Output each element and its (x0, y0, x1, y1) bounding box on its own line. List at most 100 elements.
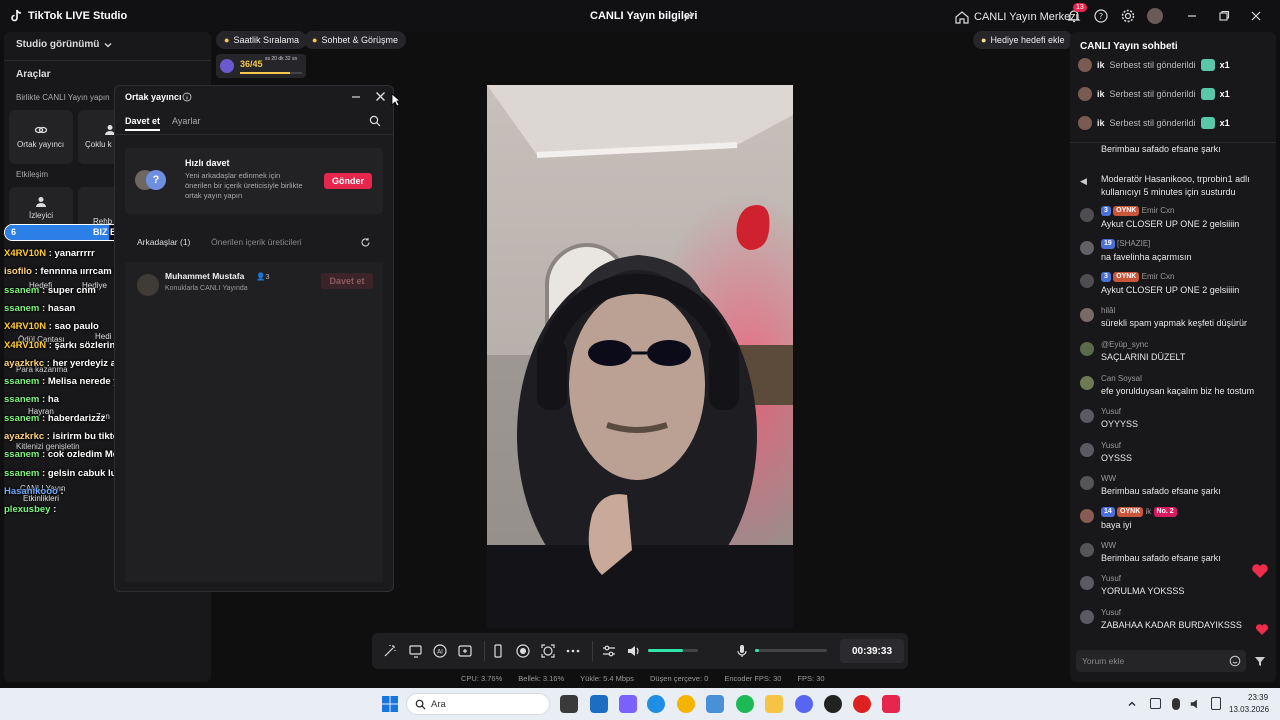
banner-left-value: 6 (11, 227, 17, 237)
chat-username: @Eyüp_sync (1101, 340, 1149, 349)
volume-slider[interactable] (648, 649, 698, 652)
friend-status: Konuklarla CANLI Yayında (165, 285, 248, 292)
add-scene-icon[interactable] (457, 643, 473, 659)
chat-avatar (1080, 241, 1094, 255)
settings-gear-icon[interactable] (1120, 8, 1136, 24)
volume-tray-icon[interactable] (1189, 697, 1203, 711)
clock-date[interactable]: 13.03.2026 (1229, 705, 1269, 714)
overlay-chat-row: ssanem : hasan (4, 303, 75, 314)
overlay-chat-message: : yanarrrrr (48, 248, 95, 259)
taskbar-search[interactable]: Ara (406, 693, 550, 715)
chat-text: kullanıcıyı 5 minutes için susturdu (1101, 187, 1236, 197)
mic-tray-icon[interactable] (1172, 698, 1180, 710)
audio-settings-icon[interactable] (601, 643, 617, 659)
invite-friend-button[interactable]: Davet et (321, 273, 373, 289)
maximize-icon[interactable] (1216, 8, 1232, 24)
overlay-chat-user: X4RV10N (4, 248, 47, 259)
gift-rows: ik Serbest stil gönderildi x1 ik Serbest sti… (1078, 54, 1268, 142)
tab-invite[interactable]: Davet et (125, 116, 160, 126)
gift-goal-pill[interactable]: ● Hediye hedefi ekle (973, 31, 1073, 49)
overlay-chat-row: plexusbey : (4, 504, 56, 515)
viewer-icon (36, 197, 46, 207)
chat-text: OYSSS (1101, 453, 1133, 463)
chat-message: Berimbau safado efsane şarkı (1080, 144, 1270, 154)
capture-icon[interactable] (540, 643, 556, 659)
record-icon[interactable] (515, 643, 531, 659)
home-icon (955, 11, 969, 24)
tab-settings[interactable]: Ayarlar (172, 116, 200, 126)
chat-message: @Eyüp_sync SAÇLARINI DÜZELT (1080, 340, 1270, 362)
network-icon[interactable] (1150, 698, 1161, 709)
spotify-icon[interactable] (736, 695, 754, 713)
outlook-icon[interactable] (590, 695, 608, 713)
tool-cohost[interactable]: Ortak yayıncı (9, 110, 73, 164)
upload-stat: Yükle: 5.4 Mbps (580, 674, 634, 683)
mic-slider[interactable] (755, 649, 827, 652)
emoji-icon[interactable] (1229, 655, 1241, 667)
chat-message: Can Soysal efe yorulduysan kaçalım biz he… (1080, 374, 1270, 396)
media-player-icon[interactable] (853, 695, 871, 713)
gift-count: x1 (1219, 60, 1230, 70)
cpu-stat: CPU: 3.76% (461, 674, 503, 683)
share-icon[interactable] (682, 9, 698, 25)
chat-text: Berimbau safado efsane şarkı (1101, 553, 1221, 563)
divider (1070, 142, 1276, 143)
clock-time[interactable]: 23:39 (1248, 693, 1268, 702)
chrome-icon[interactable] (677, 695, 695, 713)
copilot-icon[interactable] (619, 695, 637, 713)
notifications-button[interactable]: 13 (1066, 3, 1087, 24)
send-button[interactable]: Gönder (324, 173, 372, 189)
suggested-tab[interactable]: Önerilen içerik üreticileri (211, 237, 302, 247)
discord-icon[interactable] (795, 695, 813, 713)
portrait-icon[interactable] (490, 643, 506, 659)
filter-icon[interactable] (1254, 655, 1266, 667)
battery-icon[interactable] (1211, 697, 1221, 710)
obs-icon[interactable] (824, 695, 842, 713)
search-icon[interactable] (369, 115, 381, 127)
chat-username: Yusuf (1101, 608, 1122, 617)
level-badge: 3 (1101, 206, 1111, 216)
chat-message: hilâl sürekli spam yapmak keşfeti düşürür (1080, 306, 1270, 328)
divider (592, 641, 593, 661)
speaker-icon[interactable] (626, 643, 642, 659)
fps-stat: FPS: 30 (797, 674, 825, 683)
studio-view-dropdown[interactable]: Studio görünümü (16, 39, 113, 50)
chat-avatar (1080, 308, 1094, 322)
overlay-chat-row: ayazkrkc : her yerdeyiz abi (4, 358, 124, 369)
overlay-chat-row: X4RV10N : sao paulo (4, 321, 99, 332)
tool-viewer-label: İzleyici (29, 211, 54, 220)
windows-start-icon[interactable] (382, 696, 398, 712)
screen-share-icon[interactable] (408, 643, 424, 659)
minimize-icon[interactable] (1184, 8, 1200, 24)
comment-input[interactable]: Yorum ekle (1076, 650, 1246, 672)
hourly-ranking-pill[interactable]: ● Saatlik Sıralama (216, 31, 307, 49)
tiktok-live-studio-icon[interactable] (882, 695, 900, 713)
gift-message: Serbest stil gönderildi (1109, 89, 1196, 99)
friends-tab[interactable]: Arkadaşlar (1) (137, 237, 190, 247)
level-badge: 19 (1101, 239, 1115, 249)
task-view-icon[interactable] (560, 695, 578, 713)
microphone-icon[interactable] (734, 643, 750, 659)
ai-icon[interactable]: AI (432, 643, 448, 659)
more-options-icon[interactable] (565, 643, 581, 659)
live-center-link[interactable]: CANLI Yayın Merkezi (954, 9, 1078, 25)
chat-call-pill[interactable]: ● Sohbet & Görüşme (304, 31, 406, 49)
chat-username: Emir Cxn (1141, 272, 1175, 282)
settings-app-icon[interactable] (706, 695, 724, 713)
chat-username: Yusuf (1101, 574, 1122, 583)
close-window-icon[interactable] (1248, 8, 1264, 24)
refresh-icon[interactable] (360, 237, 371, 248)
chat-username: hilâl (1101, 306, 1116, 315)
chevron-up-icon[interactable] (1127, 699, 1137, 709)
overlay-chat-user: isofilo (4, 266, 32, 278)
help-icon[interactable]: ? (1093, 8, 1109, 24)
file-explorer-icon[interactable] (765, 695, 783, 713)
popup-minimize-icon[interactable] (351, 92, 361, 102)
chat-message: Yusuf ZABAHAA KADAR BURDAYIKSSS (1080, 608, 1270, 630)
edge-icon[interactable] (647, 695, 665, 713)
info-icon[interactable] (182, 92, 192, 102)
popup-close-icon[interactable] (375, 91, 386, 102)
rank-badge: No. 2 (1153, 507, 1177, 517)
profile-avatar[interactable] (1147, 8, 1163, 24)
magic-wand-icon[interactable] (382, 643, 398, 659)
